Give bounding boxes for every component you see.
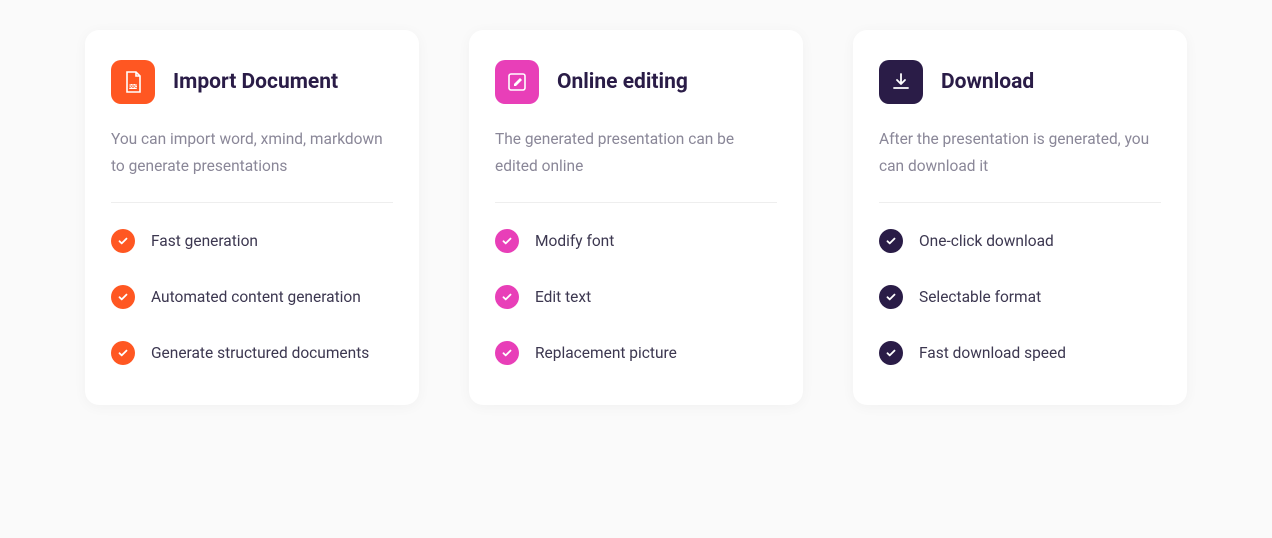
feature-text: Automated content generation [151,288,361,306]
check-icon [495,341,519,365]
card-description: The generated presentation can be edited… [495,126,777,180]
card-description: You can import word, xmind, markdown to … [111,126,393,180]
feature-item: Fast download speed [879,341,1161,365]
divider [111,202,393,203]
download-icon [879,60,923,104]
card-download: Download After the presentation is gener… [853,30,1187,405]
feature-list: One-click download Selectable format Fas… [879,229,1161,365]
document-icon: DOC [111,60,155,104]
check-icon [879,341,903,365]
svg-text:DOC: DOC [129,85,138,90]
feature-item: Modify font [495,229,777,253]
feature-list: Modify font Edit text Replacement pictur… [495,229,777,365]
feature-item: Generate structured documents [111,341,393,365]
feature-text: Edit text [535,288,591,306]
feature-text: Replacement picture [535,344,677,362]
feature-text: Fast download speed [919,344,1066,362]
feature-cards-row: DOC Import Document You can import word,… [85,30,1187,405]
card-description: After the presentation is generated, you… [879,126,1161,180]
feature-item: Edit text [495,285,777,309]
card-title: Download [941,70,1034,94]
check-icon [495,285,519,309]
feature-item: Automated content generation [111,285,393,309]
card-title: Online editing [557,70,688,94]
feature-item: Selectable format [879,285,1161,309]
feature-text: One-click download [919,232,1054,250]
card-header: Online editing [495,60,777,104]
feature-text: Modify font [535,232,614,250]
check-icon [879,285,903,309]
divider [879,202,1161,203]
card-header: DOC Import Document [111,60,393,104]
check-icon [495,229,519,253]
feature-text: Generate structured documents [151,344,369,362]
feature-item: One-click download [879,229,1161,253]
divider [495,202,777,203]
check-icon [111,229,135,253]
feature-text: Selectable format [919,288,1041,306]
check-icon [111,341,135,365]
check-icon [111,285,135,309]
feature-item: Fast generation [111,229,393,253]
edit-icon [495,60,539,104]
feature-text: Fast generation [151,232,258,250]
feature-item: Replacement picture [495,341,777,365]
card-online-editing: Online editing The generated presentatio… [469,30,803,405]
feature-list: Fast generation Automated content genera… [111,229,393,365]
check-icon [879,229,903,253]
card-title: Import Document [173,70,338,94]
card-import-document: DOC Import Document You can import word,… [85,30,419,405]
card-header: Download [879,60,1161,104]
